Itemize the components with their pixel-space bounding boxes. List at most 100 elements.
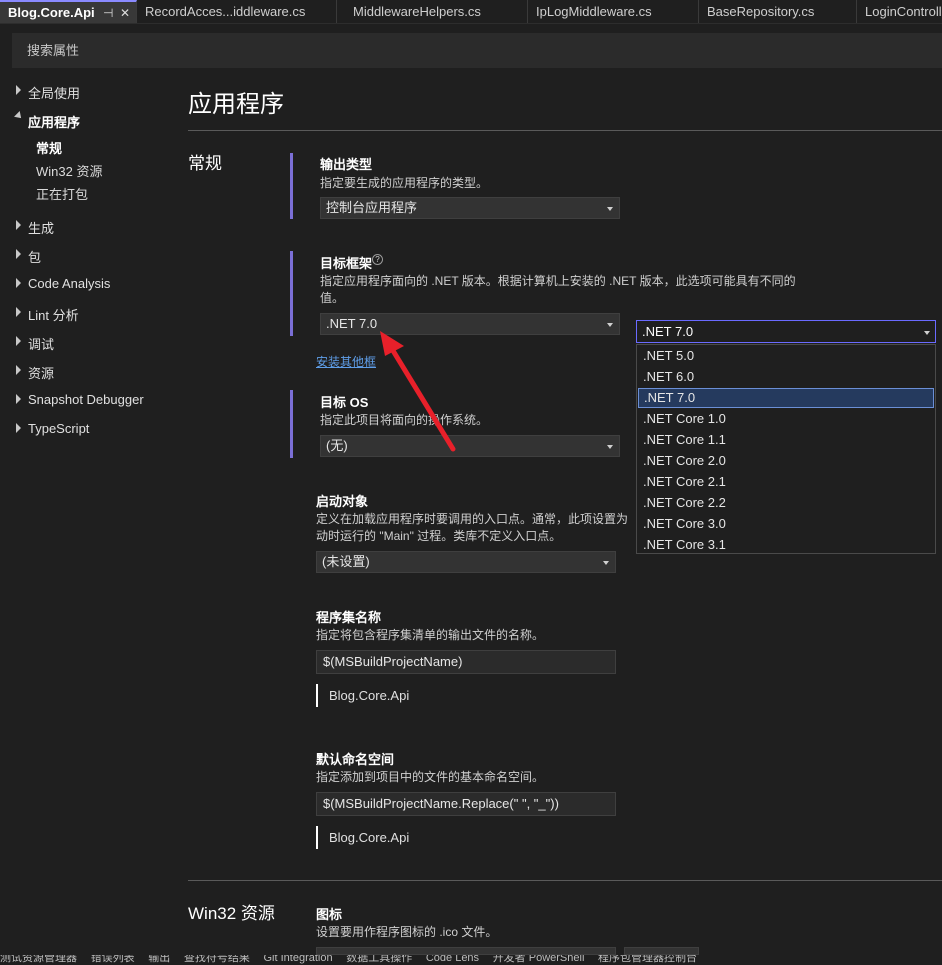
- default-namespace-input[interactable]: $(MSBuildProjectName.Replace(" ", "_")): [316, 792, 616, 816]
- nav-item-typescript[interactable]: TypeScript: [28, 421, 89, 436]
- assembly-name-input[interactable]: $(MSBuildProjectName): [316, 650, 616, 674]
- chevron-right-icon[interactable]: [16, 278, 21, 288]
- dropdown-option[interactable]: .NET Core 1.1: [638, 430, 934, 450]
- tool-tab-output[interactable]: 输出: [148, 955, 170, 964]
- tool-tab-powershell[interactable]: 开发者 PowerShell: [493, 955, 585, 964]
- tab-logincontroller[interactable]: LoginControll: [857, 0, 942, 23]
- chevron-right-icon[interactable]: [16, 85, 21, 95]
- accent-bar: [290, 153, 293, 219]
- nav-sub-win32-resources[interactable]: Win32 资源: [36, 161, 102, 180]
- bottom-tool-tabs: 测试资源管理器 错误列表 输出 查找符号结果 Git Integration 数…: [0, 955, 942, 965]
- target-os-select[interactable]: (无): [320, 435, 620, 457]
- icon-desc: 设置要用作程序图标的 .ico 文件。: [316, 925, 498, 939]
- tab-middlewarehelpers[interactable]: MiddlewareHelpers.cs: [345, 0, 528, 23]
- dropdown-option[interactable]: .NET Core 2.0: [638, 451, 934, 471]
- tab-baserepository[interactable]: BaseRepository.cs: [699, 0, 857, 23]
- output-type-select[interactable]: 控制台应用程序: [320, 197, 620, 219]
- tab-label: LoginControll: [865, 4, 942, 19]
- dropdown-option[interactable]: .NET Core 3.0: [638, 514, 934, 534]
- search-input[interactable]: [13, 34, 941, 67]
- tool-tab-find-symbol[interactable]: 查找符号结果: [184, 955, 250, 964]
- dropdown-option[interactable]: .NET 5.0: [638, 346, 934, 366]
- tab-iplogmiddleware[interactable]: IpLogMiddleware.cs: [528, 0, 699, 23]
- browse-button[interactable]: [624, 947, 699, 955]
- nav-sub-packaging[interactable]: 正在打包: [36, 184, 88, 203]
- nav-item-debug[interactable]: 调试: [28, 334, 54, 353]
- chevron-down-icon: [607, 207, 613, 211]
- chevron-right-icon[interactable]: [16, 220, 21, 230]
- startup-object-label: 启动对象: [316, 494, 369, 509]
- nav-item-lint[interactable]: Lint 分析: [28, 305, 79, 324]
- framework-dropdown-header[interactable]: .NET 7.0: [636, 320, 936, 343]
- target-framework-desc-1: 指定应用程序面向的 .NET 版本。根据计算机上安装的 .NET 版本，此选项可…: [320, 274, 796, 288]
- nav-item-code-analysis[interactable]: Code Analysis: [28, 276, 110, 291]
- assembly-name-desc: 指定将包含程序集清单的输出文件的名称。: [316, 628, 545, 642]
- install-other-frameworks-link[interactable]: 安装其他框: [316, 353, 376, 370]
- chevron-right-icon[interactable]: [16, 336, 21, 346]
- nav-sub-general[interactable]: 常规: [36, 138, 62, 157]
- output-type-desc: 指定要生成的应用程序的类型。: [320, 176, 489, 190]
- assembly-name-label: 程序集名称: [316, 610, 382, 625]
- chevron-right-icon[interactable]: [16, 307, 21, 317]
- pin-icon[interactable]: ⊣: [103, 2, 113, 23]
- tab-label: IpLogMiddleware.cs: [536, 4, 652, 19]
- tool-tab-package-manager[interactable]: 程序包管理器控制台: [598, 955, 697, 964]
- target-framework-desc-2: 值。: [320, 291, 345, 305]
- default-namespace-resolved: Blog.Core.Api: [329, 830, 410, 845]
- chevron-down-icon: [607, 445, 613, 449]
- dropdown-option[interactable]: .NET Core 2.2: [638, 493, 934, 513]
- resolved-value-bar: [316, 826, 318, 849]
- nav-item-build[interactable]: 生成: [28, 218, 54, 237]
- nav-item-snapshot-debugger[interactable]: Snapshot Debugger: [28, 392, 144, 407]
- default-namespace-desc: 指定添加到项目中的文件的基本命名空间。: [316, 770, 545, 784]
- divider: [188, 880, 942, 881]
- tool-tab-codelens[interactable]: Code Lens: [426, 955, 479, 964]
- tool-tab-error-list[interactable]: 错误列表: [91, 955, 135, 964]
- target-os-desc: 指定此项目将面向的操作系统。: [320, 413, 489, 427]
- nav-item-application[interactable]: 应用程序: [28, 112, 80, 131]
- tab-recordaccess[interactable]: RecordAcces...iddleware.cs: [137, 0, 337, 23]
- tab-label: BaseRepository.cs: [707, 4, 815, 19]
- search-properties[interactable]: [12, 33, 942, 68]
- dropdown-option[interactable]: .NET Core 1.0: [638, 409, 934, 429]
- chevron-down-icon[interactable]: [14, 111, 24, 121]
- chevron-right-icon[interactable]: [16, 365, 21, 375]
- chevron-right-icon[interactable]: [16, 423, 21, 433]
- tool-tab-git[interactable]: Git Integration: [264, 955, 333, 964]
- chevron-right-icon[interactable]: [16, 394, 21, 404]
- dropdown-option[interactable]: .NET Core 3.1: [638, 535, 934, 553]
- divider: [188, 130, 942, 131]
- startup-object-value: (未设置): [322, 554, 370, 569]
- chevron-right-icon[interactable]: [16, 249, 21, 259]
- default-namespace-label: 默认命名空间: [316, 752, 395, 767]
- nav-item-global-usings[interactable]: 全局使用: [28, 83, 80, 102]
- section-title-win32: Win32 资源: [188, 904, 275, 923]
- tool-tab-test-explorer[interactable]: 测试资源管理器: [0, 955, 77, 964]
- tab-blog-core-api[interactable]: Blog.Core.Api ⊣ ✕: [0, 0, 137, 23]
- help-icon[interactable]: ?: [372, 254, 383, 265]
- target-os-value: (无): [326, 438, 348, 453]
- accent-bar: [290, 390, 293, 458]
- nav-item-resources[interactable]: 资源: [28, 363, 54, 382]
- dropdown-option-selected[interactable]: .NET 7.0: [638, 388, 934, 408]
- close-icon[interactable]: ✕: [120, 2, 130, 23]
- dropdown-option[interactable]: .NET 6.0: [638, 367, 934, 387]
- chevron-down-icon: [924, 331, 930, 335]
- target-framework-value: .NET 7.0: [326, 316, 378, 331]
- dropdown-option[interactable]: .NET Core 2.1: [638, 472, 934, 492]
- framework-dropdown-list: .NET 5.0 .NET 6.0 .NET 7.0 .NET Core 1.0…: [636, 344, 936, 554]
- nav-item-package[interactable]: 包: [28, 247, 41, 266]
- output-type-label: 输出类型: [320, 157, 373, 172]
- target-os-label: 目标 OS: [320, 395, 369, 410]
- target-framework-select[interactable]: .NET 7.0: [320, 313, 620, 335]
- tab-label: MiddlewareHelpers.cs: [353, 4, 481, 19]
- startup-object-desc-2: 动时运行的 "Main" 过程。类库不定义入口点。: [316, 529, 562, 543]
- output-type-value: 控制台应用程序: [326, 200, 418, 215]
- startup-object-select[interactable]: (未设置): [316, 551, 616, 573]
- section-title-general: 常规: [188, 154, 222, 173]
- resolved-value-bar: [316, 684, 318, 707]
- icon-label: 图标: [316, 907, 343, 922]
- tool-tab-data-tools[interactable]: 数据工具操作: [346, 955, 412, 964]
- tab-label: RecordAcces...iddleware.cs: [145, 4, 306, 19]
- icon-select[interactable]: [316, 947, 616, 955]
